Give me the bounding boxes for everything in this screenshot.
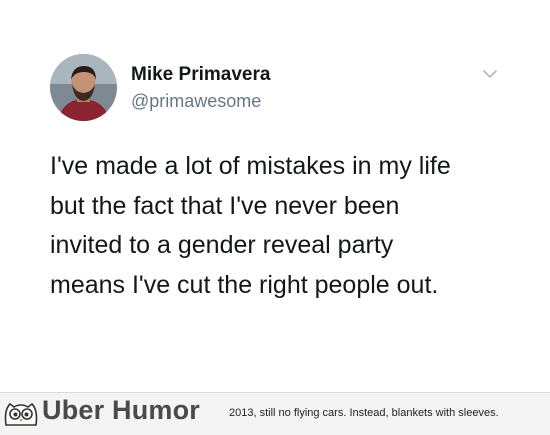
author-name[interactable]: Mike Primavera <box>131 64 270 86</box>
author-handle[interactable]: @primawesome <box>131 91 261 112</box>
chevron-down-icon[interactable] <box>481 68 499 80</box>
tweet-text-line: invited to a gender reveal party <box>50 231 394 259</box>
tweet-text-line: but the fact that I've never been <box>50 191 400 220</box>
tagline: 2013, still no flying cars. Instead, bla… <box>229 407 499 419</box>
watermark-footer: Uber Humor 2013, still no flying cars. I… <box>0 392 550 435</box>
tweet-text-line: means I've cut the right people out. <box>50 270 439 299</box>
avatar[interactable] <box>50 54 117 121</box>
user-avatar-icon <box>50 54 117 121</box>
brand-name[interactable]: Uber Humor <box>42 395 200 426</box>
tweet-text: I've made a lot of mistakes in my life b… <box>50 147 520 305</box>
owl-icon <box>4 402 38 426</box>
tweet-card: Mike Primavera @primawesome I've made a … <box>0 0 550 392</box>
tweet-text-line: I've made a lot of mistakes in my life <box>50 152 451 180</box>
